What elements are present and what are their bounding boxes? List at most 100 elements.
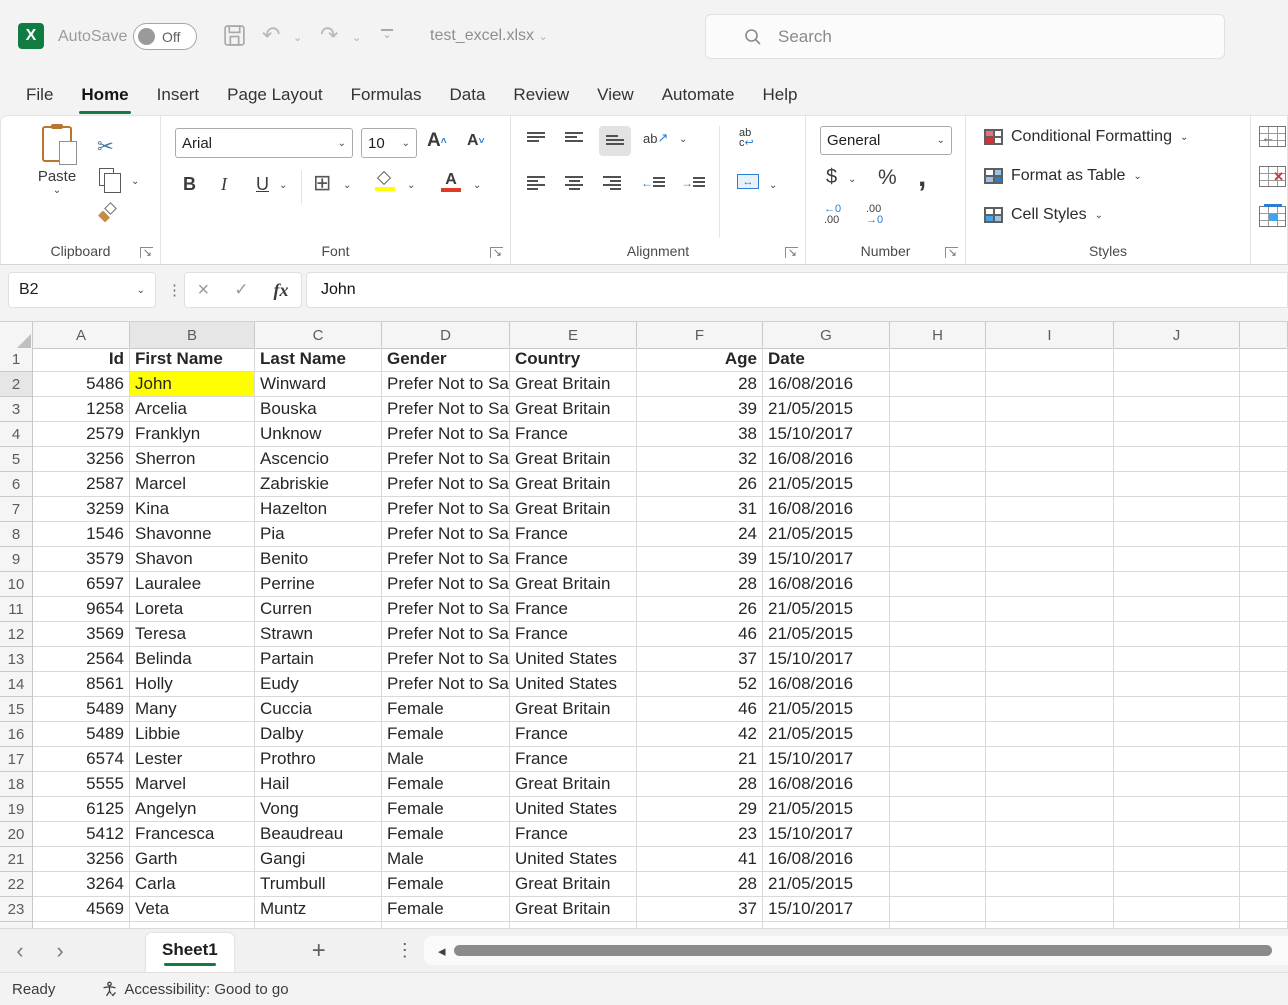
cell[interactable]: Female bbox=[382, 697, 510, 722]
cell[interactable] bbox=[890, 497, 986, 522]
row-header-7[interactable]: 7 bbox=[0, 497, 33, 522]
cell[interactable] bbox=[1240, 672, 1288, 697]
cell[interactable]: France bbox=[510, 622, 637, 647]
cell[interactable]: 32 bbox=[637, 447, 763, 472]
column-header-E[interactable]: E bbox=[510, 322, 637, 349]
cell[interactable]: 39 bbox=[637, 397, 763, 422]
cell[interactable]: Male bbox=[382, 847, 510, 872]
cell[interactable]: Great Britain bbox=[510, 397, 637, 422]
cell[interactable]: 2587 bbox=[33, 472, 130, 497]
tab-review[interactable]: Review bbox=[499, 77, 583, 113]
cell[interactable]: Partain bbox=[255, 647, 382, 672]
italic-button[interactable]: I bbox=[221, 174, 227, 195]
cell[interactable]: 16/08/2016 bbox=[763, 772, 890, 797]
cell[interactable] bbox=[1240, 897, 1288, 922]
wrap-text-button[interactable]: ab c↩ bbox=[739, 128, 754, 148]
cell[interactable]: 39 bbox=[637, 547, 763, 572]
cell[interactable] bbox=[1114, 397, 1240, 422]
tab-home[interactable]: Home bbox=[67, 77, 142, 113]
redo-chevron-icon[interactable]: ⌄ bbox=[352, 31, 361, 44]
cell[interactable]: 8561 bbox=[33, 672, 130, 697]
column-header-G[interactable]: G bbox=[763, 322, 890, 349]
cell[interactable]: 15/10/2017 bbox=[763, 897, 890, 922]
cell[interactable] bbox=[890, 622, 986, 647]
cell[interactable] bbox=[890, 847, 986, 872]
row-header-23[interactable]: 23 bbox=[0, 897, 33, 922]
increase-font-size-button[interactable]: A˄ bbox=[427, 130, 447, 152]
cell[interactable]: Great Britain bbox=[510, 872, 637, 897]
cell[interactable]: Age bbox=[637, 347, 763, 372]
cell[interactable] bbox=[1240, 497, 1288, 522]
font-color-chevron-icon[interactable]: ⌄ bbox=[473, 180, 481, 191]
cell[interactable]: 3579 bbox=[33, 547, 130, 572]
cell[interactable]: 16/08/2016 bbox=[763, 372, 890, 397]
cell[interactable]: 6125 bbox=[33, 797, 130, 822]
cell[interactable]: United States bbox=[510, 847, 637, 872]
cell[interactable]: Belinda bbox=[130, 647, 255, 672]
cell[interactable] bbox=[1114, 597, 1240, 622]
cell[interactable]: Strawn bbox=[255, 622, 382, 647]
cell[interactable] bbox=[1114, 347, 1240, 372]
cell[interactable] bbox=[890, 472, 986, 497]
cell[interactable] bbox=[890, 672, 986, 697]
enter-icon[interactable]: ✓ bbox=[234, 280, 248, 300]
cell[interactable]: 1258 bbox=[33, 397, 130, 422]
cell[interactable] bbox=[890, 897, 986, 922]
middle-align-button[interactable] bbox=[565, 132, 583, 144]
cell[interactable]: Great Britain bbox=[510, 772, 637, 797]
row-header-9[interactable]: 9 bbox=[0, 547, 33, 572]
insert-cells-icon[interactable]: ← bbox=[1259, 126, 1286, 147]
cell[interactable]: Great Britain bbox=[510, 447, 637, 472]
cell[interactable]: Shavonne bbox=[130, 522, 255, 547]
clipboard-dialog-launcher-icon[interactable]: ↘ bbox=[140, 247, 153, 258]
cell[interactable]: 3256 bbox=[33, 847, 130, 872]
cell[interactable] bbox=[890, 447, 986, 472]
cell[interactable]: 46 bbox=[637, 622, 763, 647]
cell[interactable]: Female bbox=[382, 872, 510, 897]
merge-chevron-icon[interactable]: ⌄ bbox=[769, 180, 777, 191]
excel-app-icon[interactable]: X bbox=[18, 23, 44, 49]
row-header-5[interactable]: 5 bbox=[0, 447, 33, 472]
currency-chevron-icon[interactable]: ⌄ bbox=[848, 174, 856, 185]
cell[interactable]: 26 bbox=[637, 472, 763, 497]
alignment-dialog-launcher-icon[interactable]: ↘ bbox=[785, 247, 798, 258]
row-header-2[interactable]: 2 bbox=[0, 372, 33, 397]
underline-button[interactable]: U bbox=[256, 174, 269, 195]
bottom-align-button[interactable] bbox=[599, 126, 631, 156]
cell[interactable] bbox=[1240, 547, 1288, 572]
cell[interactable]: France bbox=[510, 822, 637, 847]
cell[interactable]: Bouska bbox=[255, 397, 382, 422]
currency-format-button[interactable]: $ bbox=[826, 166, 837, 189]
cell[interactable]: Country bbox=[510, 347, 637, 372]
tab-data[interactable]: Data bbox=[436, 77, 500, 113]
top-align-button[interactable] bbox=[527, 132, 545, 144]
cell[interactable]: 5489 bbox=[33, 697, 130, 722]
cell[interactable]: Arcelia bbox=[130, 397, 255, 422]
cell[interactable] bbox=[1114, 722, 1240, 747]
cell[interactable] bbox=[1114, 872, 1240, 897]
cell[interactable]: Prefer Not to Say bbox=[382, 547, 510, 572]
cell[interactable]: Date bbox=[763, 347, 890, 372]
cell[interactable]: Prefer Not to Say bbox=[382, 672, 510, 697]
cell[interactable]: 2564 bbox=[33, 647, 130, 672]
cell[interactable] bbox=[1114, 897, 1240, 922]
borders-icon[interactable]: ⊞ bbox=[313, 170, 331, 196]
cell[interactable]: Loreta bbox=[130, 597, 255, 622]
cell[interactable]: 6597 bbox=[33, 572, 130, 597]
cell[interactable]: 1546 bbox=[33, 522, 130, 547]
cell[interactable]: 21/05/2015 bbox=[763, 722, 890, 747]
cell[interactable]: 16/08/2016 bbox=[763, 572, 890, 597]
cell[interactable]: Female bbox=[382, 772, 510, 797]
row-header-13[interactable]: 13 bbox=[0, 647, 33, 672]
column-header-D[interactable]: D bbox=[382, 322, 510, 349]
undo-chevron-icon[interactable]: ⌄ bbox=[293, 31, 302, 44]
cancel-icon[interactable]: × bbox=[198, 279, 210, 302]
cell[interactable]: France bbox=[510, 597, 637, 622]
cell[interactable] bbox=[1114, 422, 1240, 447]
cell[interactable]: Prefer Not to Say bbox=[382, 447, 510, 472]
cell[interactable]: 21/05/2015 bbox=[763, 597, 890, 622]
cell[interactable] bbox=[1114, 747, 1240, 772]
cell[interactable]: 24 bbox=[637, 522, 763, 547]
cell[interactable]: France bbox=[510, 747, 637, 772]
cell[interactable] bbox=[890, 747, 986, 772]
